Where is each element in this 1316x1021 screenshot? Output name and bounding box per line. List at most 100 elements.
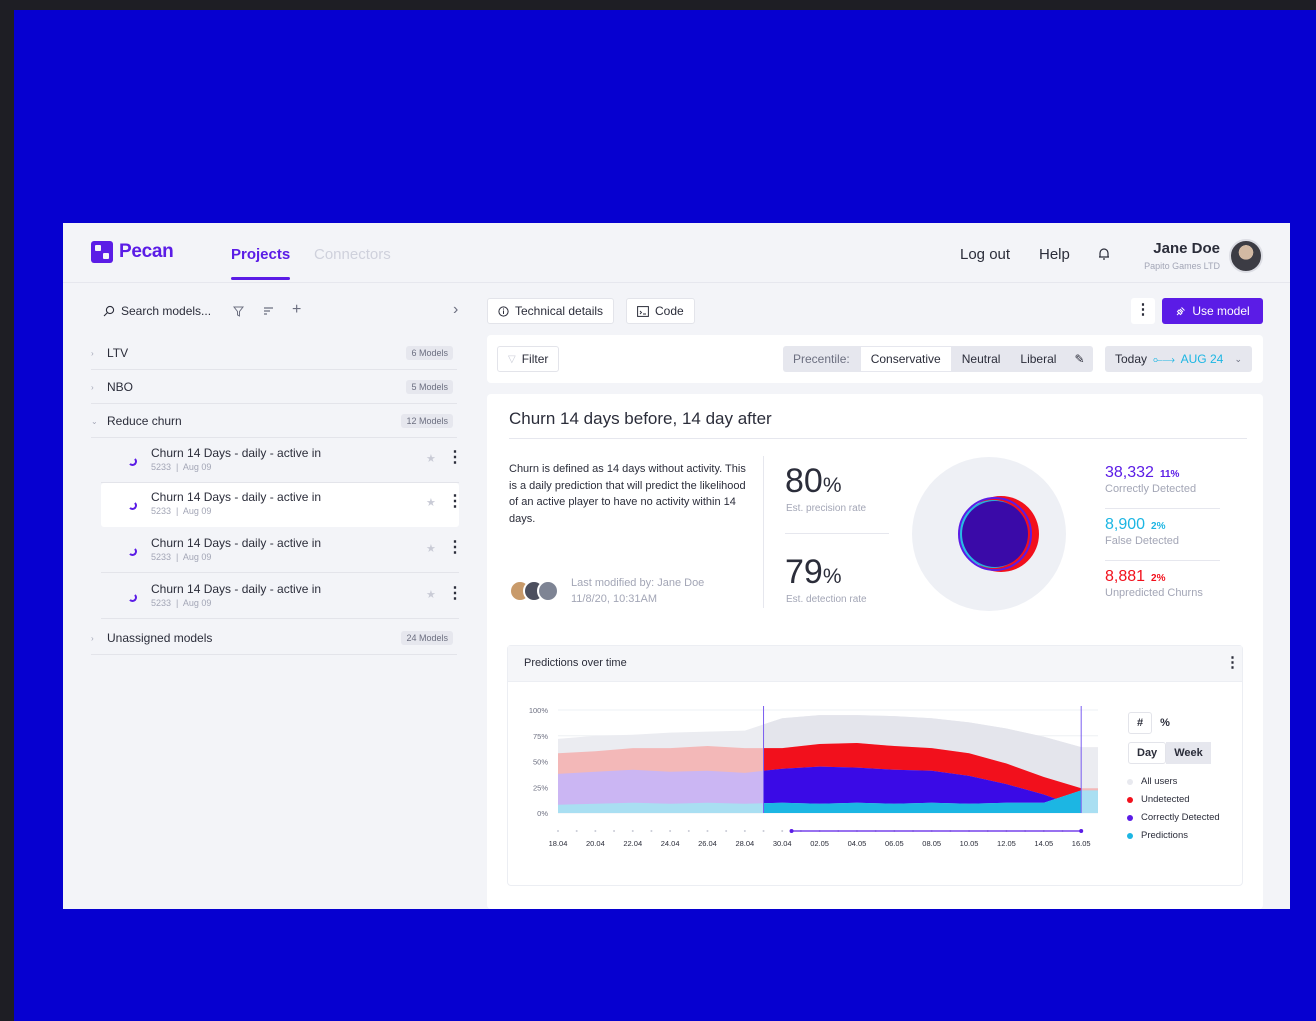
code-button[interactable]: Code	[626, 298, 695, 324]
star-icon[interactable]: ★	[426, 452, 436, 465]
divider	[763, 456, 764, 608]
range-tick	[575, 830, 578, 832]
tab-projects[interactable]: Projects	[231, 246, 291, 280]
avatar[interactable]	[1229, 239, 1263, 273]
predictions-header: Predictions over time ⋮	[508, 646, 1242, 682]
group-label: NBO	[107, 380, 134, 394]
x-tick-label: 20.04	[586, 839, 605, 848]
use-model-button[interactable]: Use model	[1162, 298, 1263, 324]
tab-connectors[interactable]: Connectors	[314, 246, 391, 263]
group-label: LTV	[107, 346, 129, 360]
search-models[interactable]: Search models...	[103, 304, 211, 318]
range-handle-start[interactable]	[789, 829, 794, 833]
collaborators[interactable]	[509, 580, 565, 602]
divider	[1105, 560, 1220, 561]
period-week[interactable]: Week	[1166, 742, 1211, 764]
model-name: Churn 14 Days - daily - active in	[151, 536, 322, 550]
y-tick-label: 0%	[537, 809, 548, 818]
range-handle-end[interactable]	[1079, 829, 1084, 833]
option-conservative[interactable]: Conservative	[859, 346, 952, 372]
group-badge: 12 Models	[401, 414, 453, 428]
model-item[interactable]: Churn 14 Days - daily - active in 5233 |…	[101, 439, 463, 483]
precision-label: Est. precision rate	[786, 503, 867, 514]
more-icon[interactable]: ⋮	[447, 586, 463, 602]
left-frame-bar	[0, 10, 14, 1021]
range-tick	[687, 830, 690, 832]
more-icon[interactable]: ⋮	[447, 450, 463, 466]
model-meta: 5233 | Aug 09	[151, 552, 212, 562]
caret-right-icon: ›	[91, 382, 94, 392]
more-icon[interactable]: ⋮	[447, 540, 463, 556]
more-options-button[interactable]: ⋮	[1131, 298, 1155, 324]
spinner-icon	[128, 547, 137, 556]
range-tick	[725, 830, 728, 832]
unit-count[interactable]: #	[1128, 712, 1153, 734]
sort-icon[interactable]	[263, 306, 274, 317]
last-modified: Last modified by: Jane Doe 11/8/20, 10:3…	[571, 575, 704, 607]
predictions-title: Predictions over time	[524, 657, 627, 669]
detection-label: Est. detection rate	[786, 594, 867, 605]
group-badge: 5 Models	[406, 380, 453, 394]
range-tick	[762, 830, 765, 832]
use-model-label: Use model	[1192, 304, 1250, 318]
star-icon[interactable]: ★	[426, 496, 436, 509]
option-liberal[interactable]: Liberal	[1010, 346, 1066, 372]
plug-icon	[1176, 306, 1186, 315]
group-unassigned[interactable]: › Unassigned models 24 Models	[91, 622, 457, 655]
model-name: Churn 14 Days - daily - active in	[151, 446, 322, 460]
legend-correctly-detected[interactable]: Correctly Detected	[1127, 812, 1220, 823]
period-toggle: Day Week	[1128, 742, 1211, 764]
model-item-selected[interactable]: Churn 14 Days - daily - active in 5233 |…	[101, 483, 463, 527]
x-tick-label: 06.05	[885, 839, 904, 848]
legend-undetected[interactable]: Undetected	[1127, 794, 1190, 805]
date-range-picker[interactable]: Today ⟜⟶ AUG 24 ⌄	[1105, 346, 1252, 372]
x-tick-label: 24.04	[661, 839, 680, 848]
predictions-chart[interactable]: 100% 75% 50% 25% 0% 18.04 20.04 22.04 24.04 26.04…	[508, 682, 1108, 882]
code-label: Code	[655, 304, 684, 318]
range-tick	[669, 830, 672, 832]
x-tick-label: 18.04	[549, 839, 568, 848]
stat-false-detected: 8,900 2% False Detected	[1105, 516, 1179, 547]
modified-by: Last modified by: Jane Doe	[571, 577, 705, 589]
unit-percent[interactable]: %	[1152, 712, 1178, 734]
venn-diagram	[912, 457, 1066, 611]
chevron-right-icon[interactable]: ›	[453, 301, 458, 319]
star-icon[interactable]: ★	[426, 542, 436, 555]
stat-unpredicted-churns: 8,881 2% Unpredicted Churns	[1105, 568, 1203, 599]
filter-icon[interactable]	[233, 306, 244, 317]
caret-right-icon: ›	[91, 348, 94, 358]
filter-bar: ▽ Filter Precentile: Conservative Neutra…	[487, 335, 1263, 383]
range-tick	[650, 830, 653, 832]
range-tick	[557, 830, 559, 832]
logo-text: Pecan	[119, 241, 174, 262]
more-icon[interactable]: ⋮	[447, 494, 463, 510]
range-tick	[743, 830, 746, 832]
logout-link[interactable]: Log out	[960, 246, 1010, 263]
legend-predictions[interactable]: Predictions	[1127, 830, 1188, 841]
model-card: Churn 14 days before, 14 day after Churn…	[487, 394, 1263, 909]
filter-button[interactable]: ▽ Filter	[497, 346, 560, 372]
model-item[interactable]: Churn 14 Days - daily - active in 5233 |…	[101, 529, 463, 573]
group-nbo[interactable]: › NBO 5 Models	[91, 371, 457, 404]
more-icon[interactable]: ⋮	[1225, 653, 1240, 671]
spinner-icon	[128, 593, 137, 602]
search-placeholder: Search models...	[121, 304, 212, 318]
top-frame-bar	[0, 0, 1316, 10]
help-link[interactable]: Help	[1039, 246, 1070, 263]
bell-icon[interactable]	[1097, 247, 1111, 261]
star-icon[interactable]: ★	[426, 588, 436, 601]
group-reduce-churn[interactable]: ⌄ Reduce churn 12 Models	[91, 405, 457, 438]
logo[interactable]: Pecan	[91, 241, 174, 263]
date-to: AUG 24	[1180, 352, 1224, 366]
technical-details-button[interactable]: Technical details	[487, 298, 615, 324]
add-icon[interactable]: +	[292, 301, 301, 319]
precision-value: 80%	[785, 462, 842, 500]
x-tick-label: 04.05	[848, 839, 867, 848]
model-item[interactable]: Churn 14 Days - daily - active in 5233 |…	[101, 575, 463, 619]
period-day[interactable]: Day	[1128, 742, 1167, 764]
group-ltv[interactable]: › LTV 6 Models	[91, 337, 457, 370]
search-icon	[103, 305, 115, 317]
pencil-icon[interactable]: ✎	[1066, 346, 1092, 372]
option-neutral[interactable]: Neutral	[952, 346, 1011, 372]
legend-all-users[interactable]: All users	[1127, 776, 1177, 787]
